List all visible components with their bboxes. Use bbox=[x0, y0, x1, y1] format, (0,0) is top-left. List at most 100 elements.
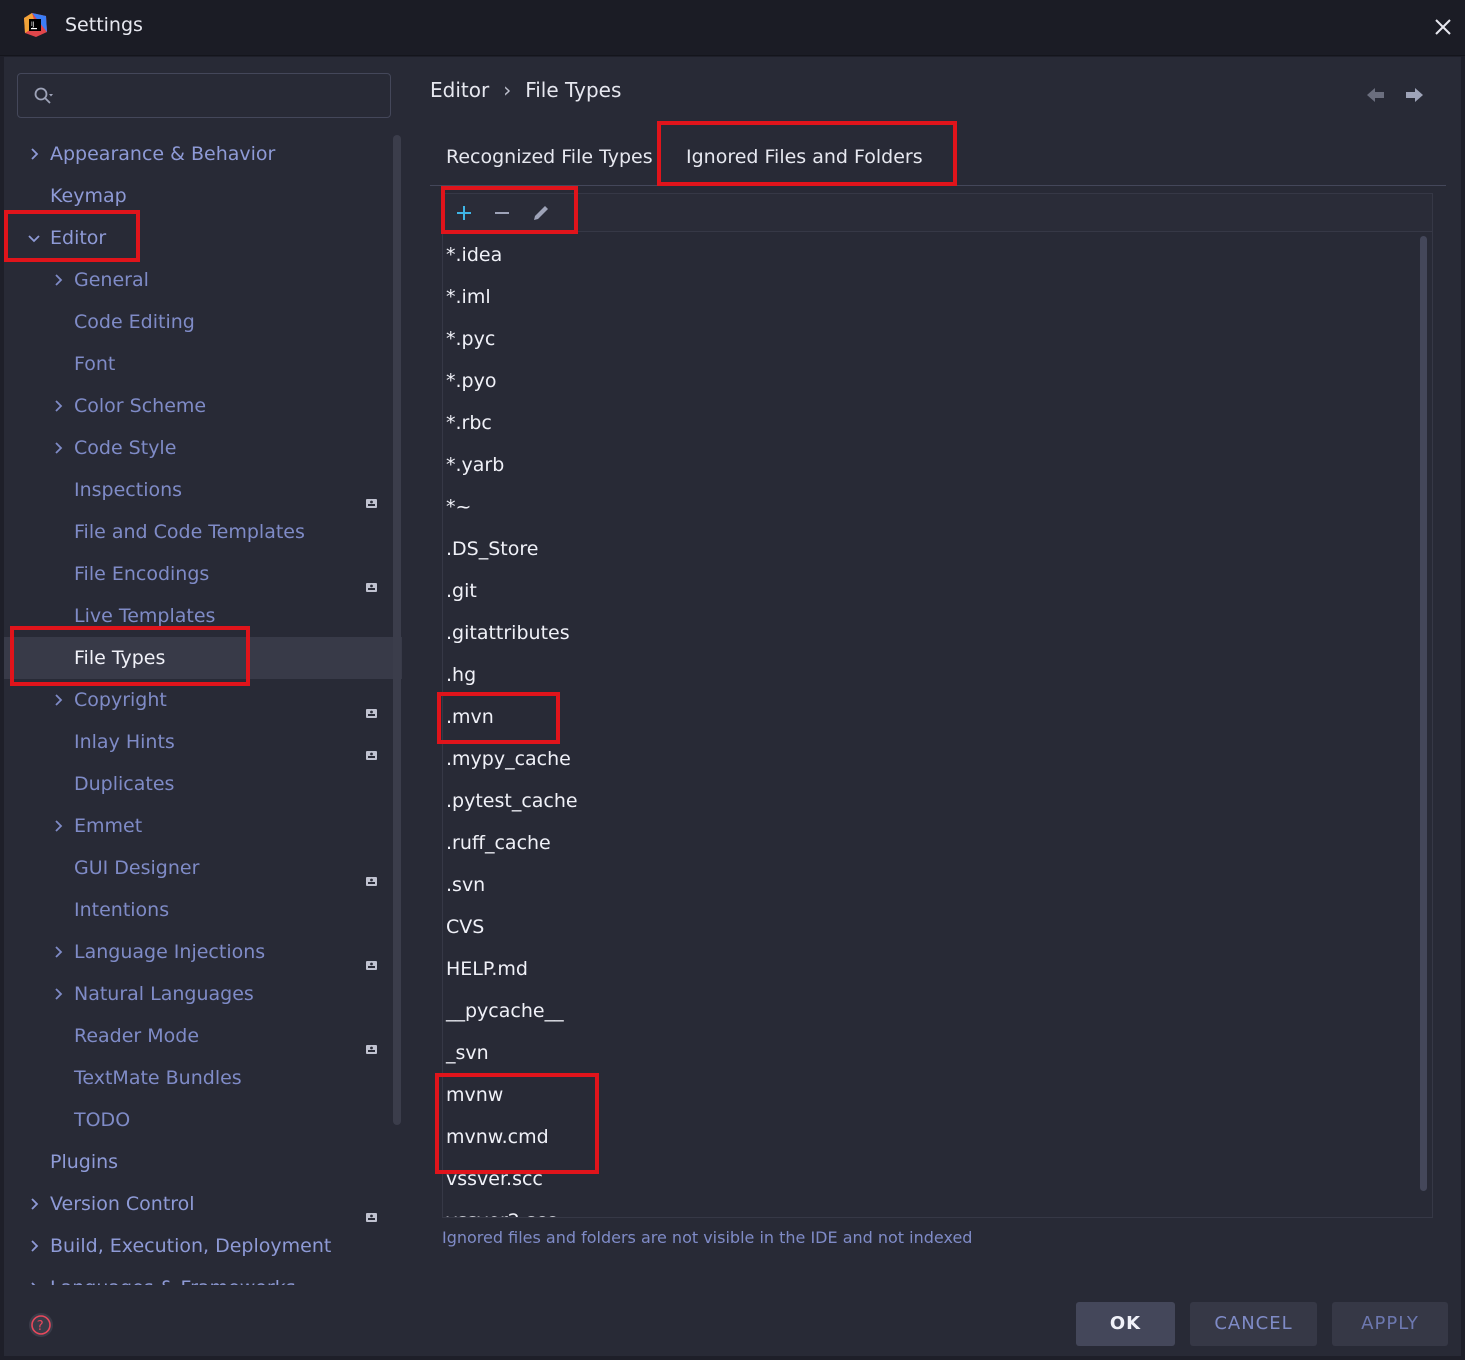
sidebar-item[interactable]: GUI Designer bbox=[4, 847, 402, 889]
chevron-right-icon[interactable] bbox=[24, 133, 44, 175]
sidebar-item-label: Language Injections bbox=[74, 941, 266, 963]
list-item[interactable]: .git bbox=[446, 570, 477, 612]
ok-button[interactable]: OK bbox=[1076, 1302, 1175, 1346]
sidebar-item[interactable]: Natural Languages bbox=[4, 973, 402, 1015]
tab-ignored-files-and-folders[interactable]: Ignored Files and Folders bbox=[686, 146, 923, 168]
project-settings-icon bbox=[365, 735, 378, 760]
list-item[interactable]: .pytest_cache bbox=[446, 780, 578, 822]
sidebar-item-label: Font bbox=[74, 353, 116, 375]
list-item[interactable]: *.yarb bbox=[446, 444, 504, 486]
cancel-button[interactable]: CANCEL bbox=[1190, 1302, 1317, 1346]
settings-search[interactable] bbox=[17, 73, 391, 118]
sidebar-item[interactable]: File and Code Templates bbox=[4, 511, 402, 553]
sidebar-item[interactable]: General bbox=[4, 259, 402, 301]
list-item[interactable]: mvnw bbox=[446, 1074, 503, 1116]
list-item[interactable]: __pycache__ bbox=[446, 990, 564, 1032]
chevron-right-icon[interactable] bbox=[48, 973, 68, 1015]
chevron-right-icon[interactable] bbox=[24, 1267, 44, 1285]
sidebar-item[interactable]: Editor bbox=[4, 217, 402, 259]
chevron-right-icon[interactable] bbox=[48, 427, 68, 469]
list-item[interactable]: .hg bbox=[446, 654, 476, 696]
sidebar-item[interactable]: Languages & Frameworks bbox=[4, 1267, 402, 1285]
remove-button[interactable] bbox=[490, 201, 514, 225]
sidebar-item[interactable]: TextMate Bundles bbox=[4, 1057, 402, 1099]
close-icon[interactable] bbox=[1428, 12, 1458, 42]
chevron-right-icon[interactable] bbox=[48, 385, 68, 427]
list-item[interactable]: .DS_Store bbox=[446, 528, 538, 570]
chevron-down-icon[interactable] bbox=[24, 217, 44, 259]
sidebar-item[interactable]: Plugins bbox=[4, 1141, 402, 1183]
list-item[interactable]: vssver.scc bbox=[446, 1158, 543, 1200]
sidebar-item-label: Build, Execution, Deployment bbox=[50, 1235, 332, 1257]
title-bar: IJ Settings bbox=[0, 0, 1465, 56]
list-item[interactable]: HELP.md bbox=[446, 948, 528, 990]
tab-recognized-file-types[interactable]: Recognized File Types bbox=[446, 146, 653, 168]
sidebar-item[interactable]: Reader Mode bbox=[4, 1015, 402, 1057]
sidebar-item[interactable]: Inspections bbox=[4, 469, 402, 511]
list-item[interactable]: *.pyo bbox=[446, 360, 496, 402]
project-settings-icon bbox=[365, 861, 378, 886]
sidebar-item[interactable]: Live Templates bbox=[4, 595, 402, 637]
list-scrollbar[interactable] bbox=[1420, 236, 1427, 1191]
list-item[interactable]: .svn bbox=[446, 864, 485, 906]
sidebar-item[interactable]: File Encodings bbox=[4, 553, 402, 595]
sidebar-item[interactable]: Copyright bbox=[4, 679, 402, 721]
sidebar-item[interactable]: Language Injections bbox=[4, 931, 402, 973]
sidebar-item[interactable]: Inlay Hints bbox=[4, 721, 402, 763]
chevron-right-icon[interactable] bbox=[48, 259, 68, 301]
list-item[interactable]: CVS bbox=[446, 906, 484, 948]
chevron-right-icon[interactable] bbox=[48, 805, 68, 847]
sidebar-item[interactable]: Version Control bbox=[4, 1183, 402, 1225]
tab-bar: Recognized File Types Ignored Files and … bbox=[430, 134, 1446, 186]
list-item[interactable]: .gitattributes bbox=[446, 612, 570, 654]
breadcrumb: Editor › File Types bbox=[430, 78, 621, 102]
sidebar-item[interactable]: Appearance & Behavior bbox=[4, 133, 402, 175]
sidebar-item-label: File Types bbox=[74, 647, 166, 669]
sidebar-item[interactable]: Code Style bbox=[4, 427, 402, 469]
list-item[interactable]: _svn bbox=[446, 1032, 489, 1074]
list-item[interactable]: *.idea bbox=[446, 234, 502, 276]
sidebar-item-label: TextMate Bundles bbox=[74, 1067, 242, 1089]
list-item[interactable]: .mypy_cache bbox=[446, 738, 571, 780]
sidebar-item[interactable]: Color Scheme bbox=[4, 385, 402, 427]
sidebar-item[interactable]: Keymap bbox=[4, 175, 402, 217]
sidebar-item-label: TODO bbox=[74, 1109, 131, 1131]
sidebar-item[interactable]: File Types bbox=[4, 637, 402, 679]
chevron-right-icon[interactable] bbox=[48, 679, 68, 721]
sidebar-item-label: Duplicates bbox=[74, 773, 175, 795]
sidebar-item-label: Plugins bbox=[50, 1151, 119, 1173]
sidebar-item-label: Copyright bbox=[74, 689, 167, 711]
help-icon[interactable]: ? bbox=[27, 1311, 55, 1339]
forward-arrow-icon[interactable] bbox=[1402, 84, 1426, 106]
chevron-right-icon[interactable] bbox=[24, 1225, 44, 1267]
list-item[interactable]: *.iml bbox=[446, 276, 491, 318]
sidebar-item[interactable]: Duplicates bbox=[4, 763, 402, 805]
sidebar-item[interactable]: Emmet bbox=[4, 805, 402, 847]
ignored-files-list: *.idea *.iml *.pyc *.pyo *.rbc *.yarb *~ .DS_St… bbox=[443, 234, 1418, 1217]
add-button[interactable] bbox=[452, 201, 476, 225]
sidebar-item-label: Code Editing bbox=[74, 311, 195, 333]
chevron-right-icon[interactable] bbox=[48, 931, 68, 973]
breadcrumb-parent[interactable]: Editor bbox=[430, 78, 489, 102]
list-item[interactable]: .ruff_cache bbox=[446, 822, 551, 864]
list-item[interactable]: *~ bbox=[446, 486, 471, 528]
sidebar-item[interactable]: Intentions bbox=[4, 889, 402, 931]
sidebar-item[interactable]: Build, Execution, Deployment bbox=[4, 1225, 402, 1267]
search-input[interactable] bbox=[62, 82, 382, 110]
back-arrow-icon[interactable] bbox=[1364, 84, 1388, 106]
list-item[interactable]: vssver2.scc bbox=[446, 1200, 557, 1217]
list-item[interactable]: .mvn bbox=[446, 696, 494, 738]
sidebar-item[interactable]: Code Editing bbox=[4, 301, 402, 343]
project-settings-icon bbox=[365, 1029, 378, 1054]
list-item[interactable]: mvnw.cmd bbox=[446, 1116, 549, 1158]
list-item[interactable]: *.pyc bbox=[446, 318, 495, 360]
sidebar-item[interactable]: TODO bbox=[4, 1099, 402, 1141]
sidebar-item-label: Editor bbox=[50, 227, 107, 249]
sidebar-item[interactable]: Font bbox=[4, 343, 402, 385]
list-item[interactable]: *.rbc bbox=[446, 402, 492, 444]
sidebar-scrollbar[interactable] bbox=[393, 135, 401, 1125]
edit-button[interactable] bbox=[529, 201, 553, 225]
apply-button[interactable]: APPLY bbox=[1332, 1302, 1448, 1346]
sidebar-item-label: GUI Designer bbox=[74, 857, 200, 879]
chevron-right-icon[interactable] bbox=[24, 1183, 44, 1225]
